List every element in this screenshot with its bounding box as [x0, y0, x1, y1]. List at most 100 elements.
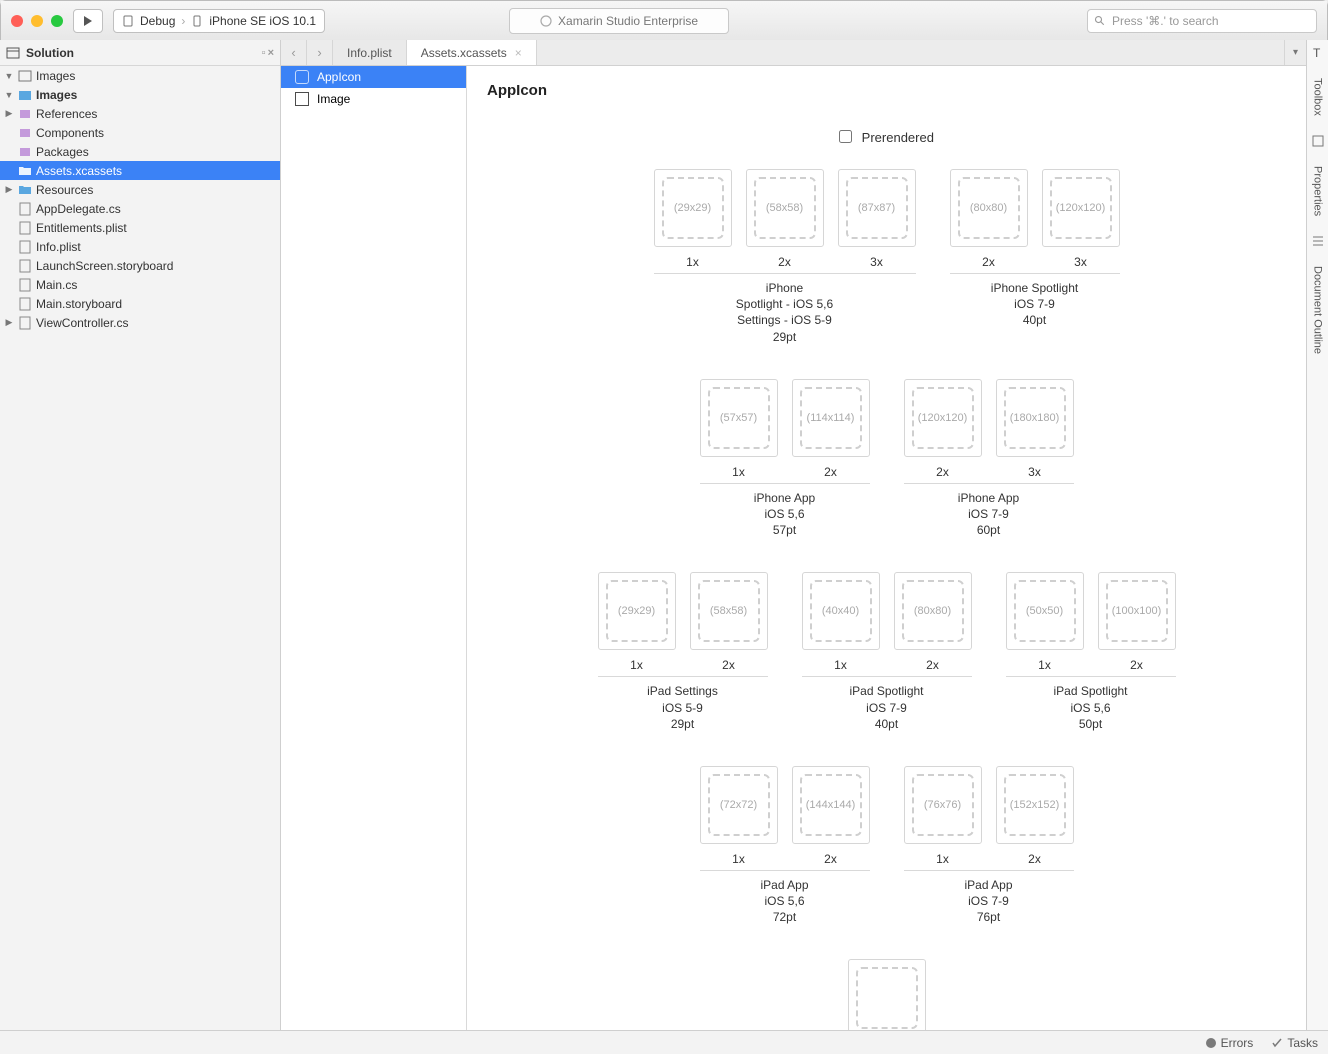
icon-slot[interactable]: (58x58) — [690, 572, 768, 650]
solution-root[interactable]: ▼ Images — [0, 66, 280, 85]
maincs-node[interactable]: Main.cs — [0, 275, 280, 294]
asset-appicon[interactable]: AppIcon — [281, 66, 466, 88]
scheme-config: Debug — [140, 14, 175, 28]
icon-slot-placeholder: (29x29) — [606, 580, 668, 642]
prerendered-checkbox[interactable] — [839, 130, 852, 143]
disclosure-icon[interactable]: ▶ — [4, 317, 14, 328]
close-window-button[interactable] — [11, 15, 23, 27]
icon-slot[interactable]: (100x100) — [1098, 572, 1176, 650]
tasks-button[interactable]: Tasks — [1271, 1036, 1318, 1050]
references-node[interactable]: ▶ References — [0, 104, 280, 123]
asset-split: AppIcon Image AppIcon Prerendered (29x29… — [281, 66, 1306, 1030]
references-label: References — [36, 107, 97, 121]
window-title: Xamarin Studio Enterprise — [509, 8, 729, 34]
icon-slot-placeholder: (72x72) — [708, 774, 770, 836]
properties-tab[interactable]: Properties — [1312, 166, 1324, 216]
infoplist-node[interactable]: Info.plist — [0, 237, 280, 256]
appdelegate-label: AppDelegate.cs — [36, 202, 121, 216]
viewcontroller-node[interactable]: ▶ ViewController.cs — [0, 313, 280, 332]
resources-label: Resources — [36, 183, 93, 197]
icon-group-description: iPad SpotlightiOS 7-940pt — [849, 683, 923, 732]
icon-group-description: iPhone AppiOS 5,657pt — [754, 490, 815, 539]
disclosure-icon[interactable]: ▶ — [4, 184, 14, 195]
icon-slots: (57x57)1x(114x114)2x — [700, 379, 870, 479]
pad-undock-icon[interactable]: ▫ — [262, 47, 266, 59]
icon-slot[interactable]: (144x144) — [792, 766, 870, 844]
icon-slot[interactable]: (120x120) — [904, 379, 982, 457]
assets-node[interactable]: Assets.xcassets — [0, 161, 280, 180]
icon-slot[interactable]: (57x57) — [700, 379, 778, 457]
disclosure-icon[interactable]: ▶ — [4, 108, 14, 119]
resources-node[interactable]: ▶ Resources — [0, 180, 280, 199]
icon-slot-column: (76x76) 1x — [904, 766, 982, 866]
components-node[interactable]: Components — [0, 123, 280, 142]
icon-slot[interactable]: (80x80) — [894, 572, 972, 650]
toolbox-tab[interactable]: Toolbox — [1312, 78, 1324, 116]
asset-editor[interactable]: AppIcon Prerendered (29x29)1x(58x58)2x(8… — [467, 66, 1306, 1030]
icon-group: (80x80)2x(120x120)3xiPhone SpotlightiOS … — [950, 169, 1120, 345]
toolbox-icon[interactable]: T — [1311, 46, 1325, 60]
nav-forward-button[interactable]: › — [307, 40, 333, 65]
icon-slot[interactable] — [848, 959, 926, 1030]
icon-slot-scale: 3x — [1028, 465, 1041, 479]
group-divider — [904, 870, 1074, 871]
icon-slot[interactable]: (40x40) — [802, 572, 880, 650]
search-field[interactable]: Press '⌘.' to search — [1087, 9, 1317, 33]
icon-slot[interactable]: (180x180) — [996, 379, 1074, 457]
project-node[interactable]: ▼ Images — [0, 85, 280, 104]
tab-info-plist[interactable]: Info.plist — [333, 40, 407, 65]
icon-slot[interactable]: (29x29) — [654, 169, 732, 247]
prerendered-row: Prerendered — [487, 129, 1286, 145]
icon-slot-scale: 2x — [926, 658, 939, 672]
icon-slot[interactable]: (80x80) — [950, 169, 1028, 247]
icon-slot[interactable]: (114x114) — [792, 379, 870, 457]
disclosure-icon[interactable]: ▼ — [4, 71, 14, 81]
zoom-window-button[interactable] — [51, 15, 63, 27]
asset-image[interactable]: Image — [281, 88, 466, 110]
icon-slot[interactable]: (72x72) — [700, 766, 778, 844]
icon-slot[interactable]: (29x29) — [598, 572, 676, 650]
entitlements-node[interactable]: Entitlements.plist — [0, 218, 280, 237]
outline-tab[interactable]: Document Outline — [1312, 266, 1324, 354]
solution-header-buttons: ▫ × — [262, 47, 274, 59]
icon-slot[interactable]: (152x152) — [996, 766, 1074, 844]
icon-slot[interactable]: (120x120) — [1042, 169, 1120, 247]
tab-overflow-button[interactable]: ▾ — [1284, 40, 1306, 65]
icon-group: (72x72)1x(144x144)2xiPad AppiOS 5,672pt — [700, 766, 870, 926]
appdelegate-node[interactable]: AppDelegate.cs — [0, 199, 280, 218]
project-label: Images — [36, 88, 77, 102]
solution-tree[interactable]: ▼ Images ▼ Images ▶ References Component… — [0, 66, 280, 1030]
solution-header[interactable]: Solution ▫ × — [0, 40, 280, 66]
tab-assets[interactable]: Assets.xcassets × — [407, 40, 537, 65]
asset-image-label: Image — [317, 92, 350, 106]
properties-icon[interactable] — [1311, 134, 1325, 148]
main-area: Solution ▫ × ▼ Images ▼ Images ▶ Referen… — [0, 40, 1328, 1030]
run-button[interactable] — [73, 9, 103, 33]
nav-back-button[interactable]: ‹ — [281, 40, 307, 65]
maincs-label: Main.cs — [36, 278, 77, 292]
pad-close-icon[interactable]: × — [268, 47, 274, 59]
launchscreen-node[interactable]: LaunchScreen.storyboard — [0, 256, 280, 275]
disclosure-icon[interactable]: ▼ — [4, 90, 14, 100]
packages-node[interactable]: Packages — [0, 142, 280, 161]
errors-button[interactable]: Errors — [1205, 1036, 1254, 1050]
icon-group: (29x29)1x(58x58)2xiPad SettingsiOS 5-929… — [598, 572, 768, 732]
icon-slot-placeholder: (76x76) — [912, 774, 974, 836]
group-divider — [1006, 676, 1176, 677]
icon-slot[interactable]: (58x58) — [746, 169, 824, 247]
icon-slot-scale: 1x — [936, 852, 949, 866]
icon-group: (50x50)1x(100x100)2xiPad SpotlightiOS 5,… — [1006, 572, 1176, 732]
scheme-device: iPhone SE iOS 10.1 — [209, 14, 316, 28]
icon-group: (40x40)1x(80x80)2xiPad SpotlightiOS 7-94… — [802, 572, 972, 732]
icon-group: (76x76)1x(152x152)2xiPad AppiOS 7-976pt — [904, 766, 1074, 926]
scheme-selector[interactable]: Debug › iPhone SE iOS 10.1 — [113, 9, 325, 33]
asset-catalog-list[interactable]: AppIcon Image — [281, 66, 467, 1030]
icon-slot-placeholder: (40x40) — [810, 580, 872, 642]
outline-icon[interactable] — [1311, 234, 1325, 248]
icon-slot[interactable]: (87x87) — [838, 169, 916, 247]
minimize-window-button[interactable] — [31, 15, 43, 27]
icon-slot[interactable]: (76x76) — [904, 766, 982, 844]
tab-close-icon[interactable]: × — [515, 46, 522, 60]
icon-slot[interactable]: (50x50) — [1006, 572, 1084, 650]
mainstoryboard-node[interactable]: Main.storyboard — [0, 294, 280, 313]
